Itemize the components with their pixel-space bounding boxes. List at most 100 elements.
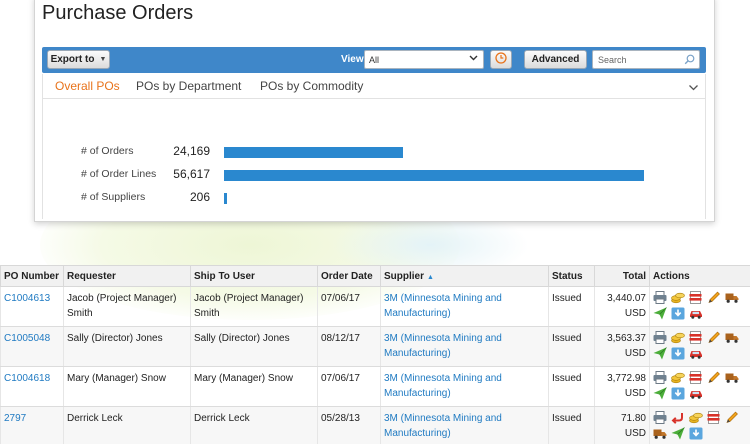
stat-bar — [224, 193, 227, 204]
total-amount: 3,563.37 — [607, 333, 646, 344]
truck-icon[interactable] — [725, 371, 739, 384]
po-number-link[interactable]: C1004613 — [4, 293, 50, 304]
export-to-button[interactable]: Export to ▼ — [47, 50, 110, 69]
row-actions — [653, 371, 749, 400]
download-icon[interactable] — [689, 427, 703, 440]
toolbar: Export to ▼ View All Advanced Search — [42, 47, 706, 73]
supplier-cell: 3M (Minnesota Mining and Manufacturing) — [380, 326, 549, 367]
pencil-icon[interactable] — [725, 411, 739, 424]
car-icon[interactable] — [689, 347, 703, 360]
coins-icon[interactable] — [689, 411, 703, 424]
column-header-ship-to-user[interactable]: Ship To User — [190, 265, 318, 287]
pencil-icon[interactable] — [707, 291, 721, 304]
pencil-icon[interactable] — [707, 331, 721, 344]
download-icon[interactable] — [671, 387, 685, 400]
history-button[interactable] — [490, 50, 512, 69]
column-header-requester[interactable]: Requester — [63, 265, 191, 287]
po-number-cell: C1004613 — [0, 286, 64, 327]
supplier-link[interactable]: 3M (Minnesota Mining and Manufacturing) — [384, 333, 502, 359]
tabs-bar: Overall POs POs by Department POs by Com… — [42, 74, 706, 99]
status-cell: Issued — [548, 366, 595, 407]
order-date-cell: 05/28/13 — [317, 406, 381, 444]
printer-icon[interactable] — [653, 331, 667, 344]
car-icon[interactable] — [689, 307, 703, 320]
stat-label: # of Order Lines — [81, 168, 157, 180]
stat-row-orders: # of Orders 24,169 — [43, 144, 703, 160]
truck-icon[interactable] — [725, 291, 739, 304]
search-placeholder: Search — [598, 54, 627, 65]
chevron-down-icon — [469, 53, 478, 65]
status-cell: Issued — [548, 326, 595, 367]
column-header-po-number[interactable]: PO Number — [0, 265, 64, 287]
column-header-supplier[interactable]: Supplier ▲ — [380, 265, 549, 287]
table-row[interactable]: C1004613 Jacob (Project Manager) Smith Jac… — [0, 286, 750, 327]
purchase-orders-panel: Purchase Orders Export to ▼ View All Adv… — [34, 0, 715, 222]
po-number-link[interactable]: C1005048 — [4, 333, 50, 344]
search-icon — [684, 54, 695, 67]
column-header-status[interactable]: Status — [548, 265, 595, 287]
po-number-cell: 2797 — [0, 406, 64, 444]
pencil-icon[interactable] — [707, 371, 721, 384]
download-icon[interactable] — [671, 307, 685, 320]
ship-to-user-cell: Jacob (Project Manager) Smith — [190, 286, 318, 327]
table-row[interactable]: C1005048 Sally (Director) Jones Sally (Dir… — [0, 326, 750, 367]
coins-icon[interactable] — [671, 371, 685, 384]
total-currency: USD — [624, 428, 646, 439]
table-row[interactable]: 2797 Derrick Leck Derrick Leck 05/28/13 3M (… — [0, 406, 750, 444]
coins-icon[interactable] — [671, 291, 685, 304]
stat-value: 24,169 — [173, 144, 210, 158]
stat-row-order-lines: # of Order Lines 56,617 — [43, 167, 703, 183]
column-header-order-date[interactable]: Order Date — [317, 265, 381, 287]
sort-ascending-icon: ▲ — [427, 273, 434, 281]
stat-value: 56,617 — [173, 167, 210, 181]
printer-icon[interactable] — [653, 411, 667, 424]
requester-cell: Derrick Leck — [63, 406, 191, 444]
stat-label: # of Suppliers — [81, 191, 146, 203]
supplier-link[interactable]: 3M (Minnesota Mining and Manufacturing) — [384, 293, 502, 319]
truck-icon[interactable] — [653, 427, 667, 440]
tab-pos-by-department[interactable]: POs by Department — [136, 79, 241, 93]
row-actions — [653, 411, 749, 440]
supplier-cell: 3M (Minnesota Mining and Manufacturing) — [380, 406, 549, 444]
actions-cell — [649, 286, 750, 327]
actions-cell — [649, 366, 750, 407]
download-icon[interactable] — [671, 347, 685, 360]
send-icon[interactable] — [671, 427, 685, 440]
po-number-link[interactable]: 2797 — [4, 413, 26, 424]
supplier-link[interactable]: 3M (Minnesota Mining and Manufacturing) — [384, 413, 502, 439]
view-select-value: All — [369, 54, 380, 65]
stat-row-suppliers: # of Suppliers 206 — [43, 190, 703, 206]
po-number-cell: C1005048 — [0, 326, 64, 367]
pdf-icon[interactable] — [689, 291, 703, 304]
column-header-total[interactable]: Total — [594, 265, 650, 287]
requester-cell: Mary (Manager) Snow — [63, 366, 191, 407]
order-date-cell: 08/12/17 — [317, 326, 381, 367]
send-icon[interactable] — [653, 347, 667, 360]
printer-icon[interactable] — [653, 371, 667, 384]
send-icon[interactable] — [653, 307, 667, 320]
pdf-icon[interactable] — [689, 331, 703, 344]
summary-chart: # of Orders 24,169 # of Order Lines 56,6… — [42, 99, 706, 219]
total-cell: 3,563.37 USD — [594, 326, 650, 367]
advanced-button[interactable]: Advanced — [524, 50, 587, 69]
search-input[interactable]: Search — [592, 50, 700, 69]
po-number-link[interactable]: C1004618 — [4, 373, 50, 384]
table-row[interactable]: C1004618 Mary (Manager) Snow Mary (Manager… — [0, 366, 750, 407]
pdf-icon[interactable] — [689, 371, 703, 384]
total-amount: 71.80 — [620, 413, 646, 424]
send-icon[interactable] — [653, 387, 667, 400]
coins-icon[interactable] — [671, 331, 685, 344]
return-icon[interactable] — [671, 411, 685, 424]
tab-pos-by-commodity[interactable]: POs by Commodity — [260, 79, 363, 93]
chevron-down-icon[interactable] — [688, 80, 699, 98]
tab-overall-pos[interactable]: Overall POs — [55, 79, 120, 93]
stat-label: # of Orders — [81, 145, 134, 157]
pdf-icon[interactable] — [707, 411, 721, 424]
truck-icon[interactable] — [725, 331, 739, 344]
view-select[interactable]: All — [364, 50, 484, 69]
supplier-link[interactable]: 3M (Minnesota Mining and Manufacturing) — [384, 373, 502, 399]
car-icon[interactable] — [689, 387, 703, 400]
printer-icon[interactable] — [653, 291, 667, 304]
total-currency: USD — [624, 348, 646, 359]
row-actions — [653, 331, 749, 360]
